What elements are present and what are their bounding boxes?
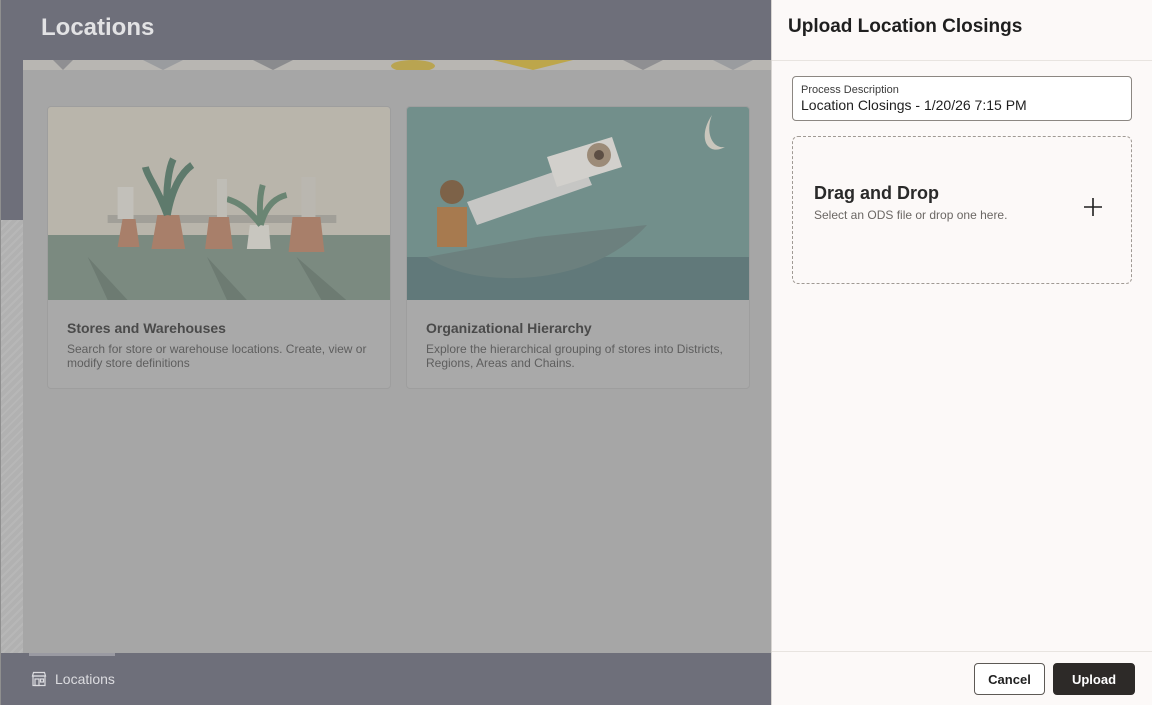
bottom-nav: Locations bbox=[1, 653, 771, 705]
page-banner: Stores and Warehouses Search for store o… bbox=[23, 60, 771, 653]
dropzone-subtitle: Select an ODS file or drop one here. bbox=[814, 208, 1008, 222]
page-title: Locations bbox=[41, 14, 155, 41]
active-tab-indicator bbox=[29, 653, 115, 656]
telescope-illustration bbox=[407, 107, 749, 300]
card-description: Search for store or warehouse locations.… bbox=[67, 342, 367, 370]
cancel-button[interactable]: Cancel bbox=[974, 663, 1045, 695]
plus-icon[interactable] bbox=[1082, 196, 1104, 218]
card-title: Stores and Warehouses bbox=[67, 320, 226, 336]
drawer-title: Upload Location Closings bbox=[788, 16, 1023, 37]
stores-and-warehouses-card[interactable]: Stores and Warehouses Search for store o… bbox=[47, 106, 391, 389]
process-description-input[interactable]: Location Closings - 1/20/26 7:15 PM bbox=[801, 97, 1027, 113]
drawer-header: Upload Location Closings bbox=[772, 0, 1152, 61]
process-description-field[interactable]: Process Description Location Closings - … bbox=[792, 76, 1132, 121]
plants-illustration bbox=[48, 107, 390, 300]
upload-button[interactable]: Upload bbox=[1053, 663, 1135, 695]
store-icon bbox=[31, 671, 47, 687]
card-title: Organizational Hierarchy bbox=[426, 320, 592, 336]
dropzone-title: Drag and Drop bbox=[814, 183, 940, 203]
field-label: Process Description bbox=[801, 84, 899, 96]
landing-content: Stores and Warehouses Search for store o… bbox=[23, 70, 771, 653]
nav-item-label: Locations bbox=[55, 671, 115, 687]
banner-illustration bbox=[23, 60, 771, 70]
upload-drawer: Upload Location Closings Process Descrip… bbox=[771, 0, 1152, 705]
nav-item-locations[interactable]: Locations bbox=[31, 671, 115, 687]
drawer-footer: Cancel Upload bbox=[772, 651, 1152, 705]
organizational-hierarchy-card[interactable]: Organizational Hierarchy Explore the hie… bbox=[406, 106, 750, 389]
background-page: Locations Stores and Warehouses Search f… bbox=[0, 0, 771, 705]
card-description: Explore the hierarchical grouping of sto… bbox=[426, 342, 723, 370]
file-dropzone[interactable]: Drag and Drop Select an ODS file or drop… bbox=[792, 136, 1132, 284]
decorative-strip bbox=[1, 220, 23, 653]
